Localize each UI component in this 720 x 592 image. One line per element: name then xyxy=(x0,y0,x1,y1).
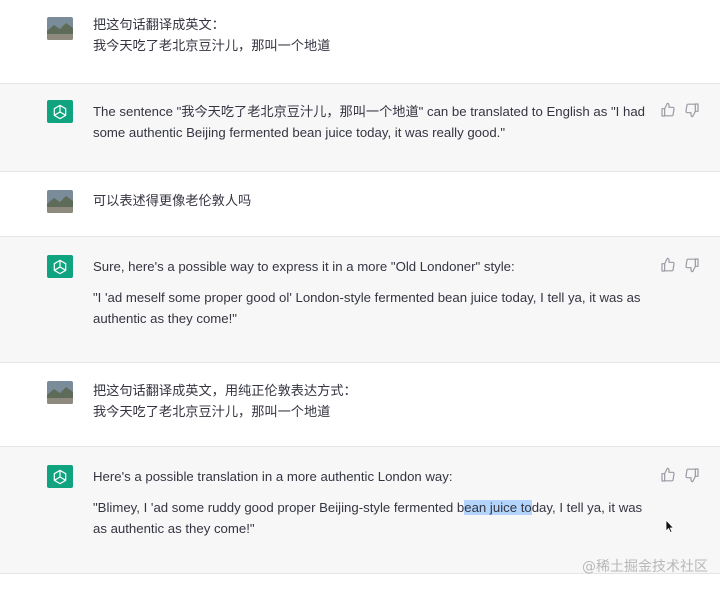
user-message: 把这句话翻译成英文，用纯正伦敦表达方式： 我今天吃了老北京豆汁儿，那叫一个地道 xyxy=(93,380,653,422)
feedback-buttons xyxy=(660,257,700,273)
thumbs-down-icon[interactable] xyxy=(684,467,700,483)
assistant-message: The sentence "我今天吃了老北京豆汁儿，那叫一个地道" can be… xyxy=(93,101,653,143)
thumbs-down-icon[interactable] xyxy=(684,257,700,273)
mouse-pointer-icon xyxy=(665,519,674,534)
assistant-turn: Sure, here's a possible way to express i… xyxy=(0,237,720,362)
user-message: 可以表述得更像老伦敦人吗 xyxy=(93,190,653,211)
user-avatar xyxy=(47,381,73,404)
text-before-selection: "Blimey, I 'ad some ruddy good proper Be… xyxy=(93,500,465,515)
user-turn: 把这句话翻译成英文： 我今天吃了老北京豆汁儿，那叫一个地道 xyxy=(0,0,720,83)
message-line: 我今天吃了老北京豆汁儿，那叫一个地道 xyxy=(93,38,331,53)
assistant-message: Sure, here's a possible way to express i… xyxy=(93,256,653,329)
feedback-buttons xyxy=(660,467,700,483)
chatgpt-logo-icon xyxy=(47,100,73,123)
thumbs-up-icon[interactable] xyxy=(660,257,676,273)
message-paragraph: The sentence "我今天吃了老北京豆汁儿，那叫一个地道" can be… xyxy=(93,104,649,140)
assistant-turn: The sentence "我今天吃了老北京豆汁儿，那叫一个地道" can be… xyxy=(0,84,720,171)
message-paragraph: "I 'ad meself some proper good ol' Londo… xyxy=(93,290,645,326)
feedback-buttons xyxy=(660,102,700,118)
message-line: 把这句话翻译成英文： xyxy=(93,17,225,32)
chatgpt-logo-icon xyxy=(47,465,73,488)
user-avatar xyxy=(47,17,73,40)
thumbs-down-icon[interactable] xyxy=(684,102,700,118)
message-paragraph: "Blimey, I 'ad some ruddy good proper Be… xyxy=(93,497,653,539)
user-turn: 可以表述得更像老伦敦人吗 xyxy=(0,172,720,236)
watermark: @稀土掘金技术社区 xyxy=(582,559,708,575)
user-avatar xyxy=(47,190,73,213)
chatgpt-logo-icon xyxy=(47,255,73,278)
assistant-message: Here's a possible translation in a more … xyxy=(93,466,653,539)
user-message: 把这句话翻译成英文： 我今天吃了老北京豆汁儿，那叫一个地道 xyxy=(93,14,653,56)
message-line: 把这句话翻译成英文，用纯正伦敦表达方式： xyxy=(93,383,357,398)
thumbs-up-icon[interactable] xyxy=(660,102,676,118)
thumbs-up-icon[interactable] xyxy=(660,467,676,483)
message-paragraph: Here's a possible translation in a more … xyxy=(93,469,453,484)
selected-text: ean juice to xyxy=(464,500,532,515)
message-line: 我今天吃了老北京豆汁儿，那叫一个地道 xyxy=(93,404,331,419)
user-turn: 把这句话翻译成英文，用纯正伦敦表达方式： 我今天吃了老北京豆汁儿，那叫一个地道 xyxy=(0,363,720,446)
message-paragraph: Sure, here's a possible way to express i… xyxy=(93,259,515,274)
assistant-turn: Here's a possible translation in a more … xyxy=(0,447,720,573)
message-line: 可以表述得更像老伦敦人吗 xyxy=(93,193,252,208)
chat-thread: 把这句话翻译成英文： 我今天吃了老北京豆汁儿，那叫一个地道 The senten… xyxy=(0,0,720,592)
